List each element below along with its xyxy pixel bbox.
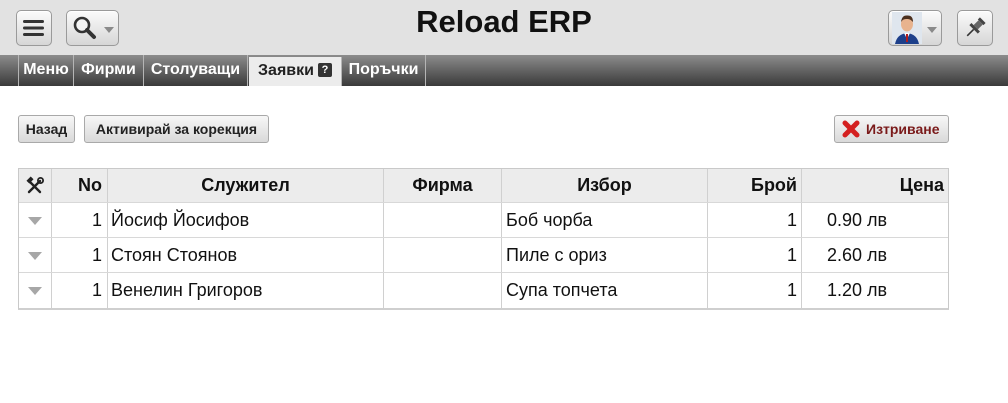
column-header-price[interactable]: Цена <box>802 169 949 202</box>
tab-label: Поръчки <box>348 61 419 78</box>
pin-button[interactable] <box>957 10 993 46</box>
app-header: Reload ERP <box>0 0 1008 55</box>
cell-price: 0.90 лв <box>827 210 888 230</box>
tab-menu[interactable]: Меню <box>18 55 74 86</box>
tab-label: Столуващи <box>150 61 241 78</box>
red-x-icon <box>842 120 860 138</box>
cell-firm <box>384 203 502 237</box>
help-icon[interactable]: ? <box>317 62 332 77</box>
delete-button[interactable]: Изтриване <box>834 115 949 143</box>
cell-price: 1.20 лв <box>827 280 888 300</box>
row-menu-cell[interactable] <box>19 273 52 308</box>
cell-choice: Боб чорба <box>502 203 708 237</box>
column-header-firm[interactable]: Фирма <box>384 169 502 202</box>
tools-header-cell[interactable] <box>19 169 52 202</box>
tab-orders[interactable]: Поръчки <box>342 55 426 86</box>
requests-table: No Служител Фирма Избор Брой Цена 1 Йоси… <box>18 168 949 310</box>
row-menu-cell[interactable] <box>19 203 52 237</box>
chevron-down-icon <box>927 27 937 33</box>
table-row[interactable]: 1 Стоян Стоянов Пиле с ориз 1 2.60 лв <box>19 238 948 273</box>
row-menu-cell[interactable] <box>19 238 52 272</box>
cell-price: 2.60 лв <box>827 245 888 265</box>
column-header-choice[interactable]: Избор <box>502 169 708 202</box>
tab-firms[interactable]: Фирми <box>74 55 144 86</box>
cell-count: 1 <box>708 273 802 308</box>
column-header-no[interactable]: No <box>52 169 108 202</box>
caret-down-icon[interactable] <box>28 287 42 295</box>
cell-employee: Йосиф Йосифов <box>108 203 384 237</box>
cell-count: 1 <box>708 238 802 272</box>
cell-choice: Супа топчета <box>502 273 708 308</box>
cell-choice: Пиле с ориз <box>502 238 708 272</box>
tab-label: Меню <box>23 61 69 78</box>
back-button[interactable]: Назад <box>18 115 75 143</box>
cell-firm <box>384 238 502 272</box>
tab-label: Заявки <box>258 62 314 79</box>
activate-for-correction-button[interactable]: Активирай за корекция <box>84 115 269 143</box>
tab-requests[interactable]: Заявки? <box>249 57 342 86</box>
caret-down-icon[interactable] <box>28 252 42 260</box>
table-header-row: No Служител Фирма Избор Брой Цена <box>19 169 948 203</box>
cell-no: 1 <box>52 273 108 308</box>
cell-no: 1 <box>52 203 108 237</box>
cell-employee: Стоян Стоянов <box>108 238 384 272</box>
tab-diners[interactable]: Столуващи <box>144 55 248 86</box>
app-title: Reload ERP <box>416 4 592 39</box>
table-row[interactable]: 1 Йосиф Йосифов Боб чорба 1 0.90 лв <box>19 203 948 238</box>
column-header-employee[interactable]: Служител <box>108 169 384 202</box>
table-row[interactable]: 1 Венелин Григоров Супа топчета 1 1.20 л… <box>19 273 948 308</box>
column-header-count[interactable]: Брой <box>708 169 802 202</box>
tools-icon <box>26 176 44 194</box>
tab-label: Фирми <box>81 61 136 78</box>
user-menu-button[interactable] <box>888 10 942 46</box>
cell-no: 1 <box>52 238 108 272</box>
caret-down-icon[interactable] <box>28 217 42 225</box>
tab-bar: Меню Фирми Столуващи Заявки? Поръчки <box>0 55 1008 86</box>
delete-label: Изтриване <box>866 121 940 137</box>
cell-count: 1 <box>708 203 802 237</box>
cell-firm <box>384 273 502 308</box>
cell-employee: Венелин Григоров <box>108 273 384 308</box>
pushpin-icon <box>966 17 986 37</box>
user-avatar-icon <box>892 12 922 44</box>
